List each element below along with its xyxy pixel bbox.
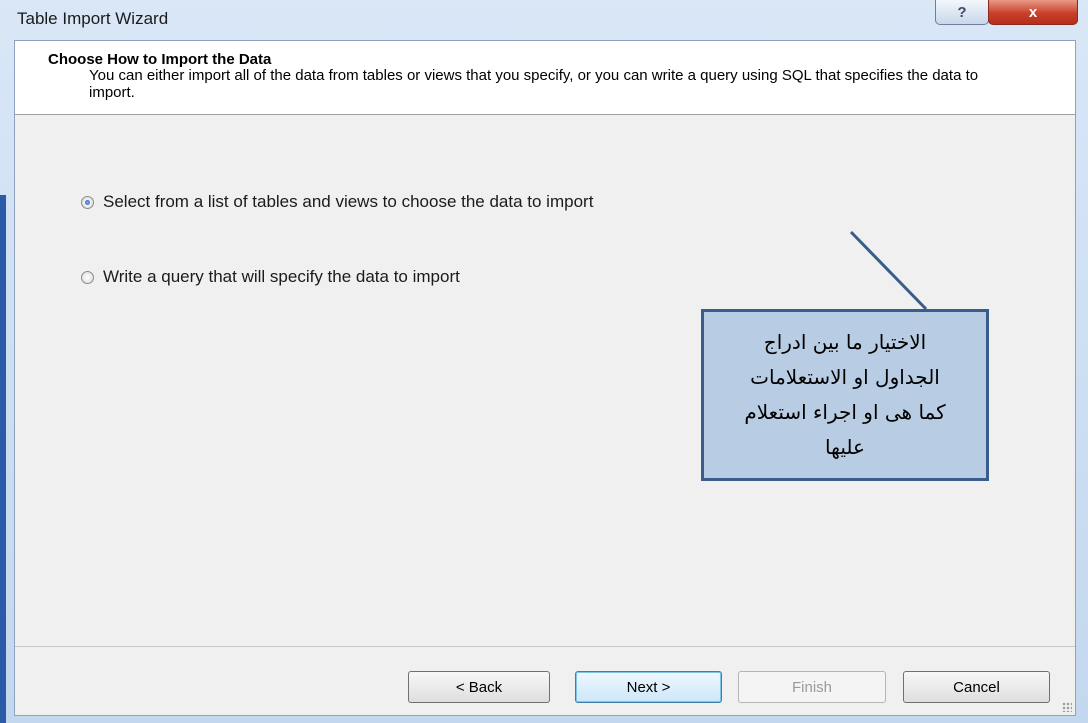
wizard-client-area: Choose How to Import the Data You can ei… [14, 40, 1076, 716]
callout-line-3: كما هى او اجراء استعلام [744, 400, 946, 424]
import-wizard-window: Table Import Wizard ? x Choose How to Im… [0, 0, 1088, 723]
help-button[interactable]: ? [935, 0, 989, 25]
back-button[interactable]: < Back [408, 671, 550, 703]
resize-grip[interactable] [1062, 702, 1072, 712]
close-icon: x [1028, 3, 1038, 21]
annotation-callout: الاختيار ما بين ادراج الجداول او الاستعل… [701, 309, 989, 481]
help-icon: ? [957, 3, 967, 21]
cancel-button[interactable]: Cancel [903, 671, 1050, 703]
callout-line-1: الاختيار ما بين ادراج [763, 330, 927, 354]
title-bar[interactable]: Table Import Wizard ? x [0, 0, 1088, 38]
next-button[interactable]: Next > [575, 671, 722, 703]
background-window-edge [0, 195, 6, 723]
close-button[interactable]: x [988, 0, 1078, 25]
finish-button: Finish [738, 671, 886, 703]
footer-divider [15, 646, 1075, 647]
callout-line-2: الجداول او الاستعلامات [750, 365, 940, 389]
callout-line-4: عليها [825, 435, 865, 459]
window-title: Table Import Wizard [17, 9, 169, 28]
